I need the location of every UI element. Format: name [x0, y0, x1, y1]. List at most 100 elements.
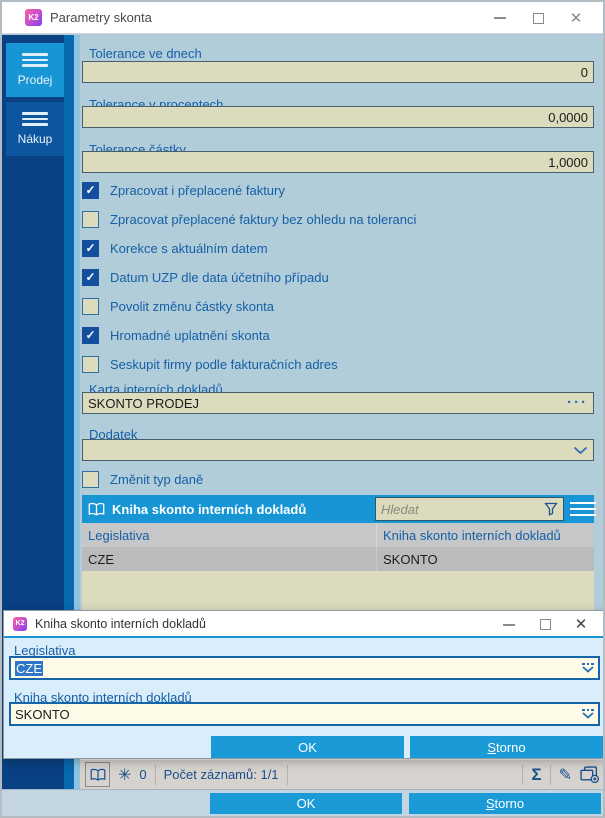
close-icon: ✕ [569, 9, 583, 27]
maximize-icon [532, 12, 544, 24]
minimize-icon [494, 17, 506, 19]
dialog-kniha-value: SKONTO [15, 706, 70, 722]
dialog-ok-button[interactable]: OK [211, 736, 404, 758]
table-row[interactable]: CZE SKONTO [82, 547, 594, 571]
checkbox-label: Zpracovat i přeplacené faktury [110, 182, 285, 198]
checkbox-label: Změnit typ daně [110, 471, 204, 487]
separator [286, 764, 288, 785]
grid-header: Kniha skonto interních dokladů [82, 495, 596, 523]
k2-app-icon: K2 [25, 9, 42, 26]
checkbox-correction-current-date[interactable]: Korekce s aktuálním datem [82, 239, 268, 257]
sidebar-tab-nakup[interactable]: Nákup [6, 102, 64, 156]
dialog-storno-button[interactable]: Storno [410, 736, 603, 758]
filter-icon[interactable] [544, 502, 558, 516]
internal-card-input[interactable]: SKONTO PRODEJ ··· [82, 392, 594, 414]
asterisk-icon[interactable]: ✳ [118, 765, 131, 785]
dialog-kniha-input[interactable]: SKONTO [9, 702, 600, 726]
window-title: Parametry skonta [50, 10, 152, 25]
checkbox-icon [82, 297, 99, 315]
parametry-skonta-window: K2 Parametry skonta ✕ Prodej Nákup Toler… [0, 0, 605, 818]
search-input[interactable] [381, 501, 544, 517]
separator [549, 764, 551, 785]
checkbox-icon [82, 355, 99, 373]
kniha-skonto-dialog: K2 Kniha skonto interních dokladů ✕ Legi… [3, 610, 603, 759]
cell-legislativa: CZE [82, 547, 377, 571]
checkbox-label: Hromadné uplatnění skonta [110, 327, 270, 343]
grid-column-headers: Legislativa Kniha skonto interních dokla… [82, 523, 594, 547]
menu-icon [22, 112, 48, 126]
tolerance-amount-input[interactable]: 1,0000 [82, 151, 594, 173]
grid-title: Kniha skonto interních dokladů [112, 501, 307, 517]
separator [154, 764, 156, 785]
book-view-toggle[interactable] [85, 762, 110, 787]
checkbox-label: Seskupit firmy podle fakturačních adres [110, 356, 338, 372]
tolerance-days-label: Tolerance ve dnech [89, 46, 202, 61]
checkbox-uzp-date[interactable]: Datum UZP dle data účetního případu [82, 268, 329, 286]
checkbox-change-tax-type[interactable]: Změnit typ daně [82, 470, 203, 488]
close-button[interactable]: ✕ [557, 4, 595, 32]
statusbar-actions: Σ ✎ [522, 764, 599, 785]
checkbox-allow-amount-change[interactable]: Povolit změnu částky skonta [82, 297, 274, 315]
checkbox-icon [82, 239, 99, 257]
checkbox-overpaid-no-tolerance[interactable]: Zpracovat přeplacené faktury bez ohledu … [82, 210, 416, 228]
storno-button[interactable]: Storno [409, 793, 601, 814]
edit-pencil-icon[interactable]: ✎ [559, 765, 572, 785]
sidebar-tab-prodej[interactable]: Prodej [6, 43, 64, 97]
asterisk-count: 0 [139, 767, 147, 782]
checkbox-label: Povolit změnu částky skonta [110, 298, 275, 314]
checkbox-label: Datum UZP dle data účetního případu [110, 269, 329, 285]
dialog-title: Kniha skonto interních dokladů [35, 616, 206, 631]
ellipsis-browse-icon[interactable]: ··· [567, 395, 588, 410]
dialog-legislativa-label: Legislativa [14, 643, 76, 658]
dialog-maximize-button[interactable] [527, 613, 563, 637]
checkbox-icon [82, 181, 99, 199]
column-header-kniha[interactable]: Kniha skonto interních dokladů [377, 523, 594, 547]
separator [522, 764, 524, 785]
maximize-button[interactable] [519, 4, 557, 32]
dialog-close-button[interactable]: ✕ [563, 613, 599, 637]
tolerance-amount-value: 1,0000 [548, 154, 588, 170]
addendum-dropdown[interactable] [82, 439, 594, 461]
menu-icon [22, 53, 48, 67]
sidebar-tab-label: Prodej [17, 72, 53, 87]
minimize-icon [503, 623, 515, 626]
sidebar-tab-label: Nákup [17, 131, 53, 146]
k2-app-icon: K2 [13, 616, 27, 631]
dialog-titlebar: K2 Kniha skonto interních dokladů ✕ [4, 611, 603, 638]
checkbox-icon [82, 326, 99, 344]
minimize-button[interactable] [481, 4, 519, 32]
window-controls: ✕ [481, 2, 595, 34]
grid-search [375, 497, 564, 521]
tolerance-days-value: 0 [580, 64, 588, 80]
record-count: Počet záznamů: 1/1 [163, 767, 279, 782]
checkbox-label: Korekce s aktuálním datem [110, 240, 268, 256]
checkbox-icon [82, 268, 99, 286]
lookup-dropdown-icon[interactable] [582, 708, 594, 720]
chevron-down-icon[interactable] [573, 446, 588, 455]
sum-icon[interactable]: Σ [531, 765, 541, 785]
footer-bar: OK Storno [2, 789, 603, 816]
dialog-window-controls: ✕ [491, 611, 599, 638]
checkbox-group-by-billing-address[interactable]: Seskupit firmy podle fakturačních adres [82, 355, 338, 373]
statusbar: ✳ 0 Počet záznamů: 1/1 Σ ✎ [80, 759, 603, 789]
checkbox-icon [82, 210, 99, 228]
column-header-legislativa[interactable]: Legislativa [82, 523, 377, 547]
dialog-legislativa-value: CZE [15, 660, 43, 676]
grid-menu-icon[interactable] [570, 499, 596, 519]
tolerance-percent-value: 0,0000 [548, 109, 588, 125]
main-titlebar: K2 Parametry skonta ✕ [2, 2, 603, 34]
close-icon: ✕ [574, 616, 588, 633]
tolerance-days-input[interactable]: 0 [82, 61, 594, 83]
tolerance-percent-input[interactable]: 0,0000 [82, 106, 594, 128]
checkbox-bulk-application[interactable]: Hromadné uplatnění skonta [82, 326, 270, 344]
book-icon [88, 502, 105, 517]
dialog-minimize-button[interactable] [491, 613, 527, 637]
copy-add-icon[interactable] [580, 766, 599, 783]
lookup-dropdown-icon[interactable] [582, 662, 594, 674]
cell-kniha: SKONTO [383, 551, 438, 567]
ok-button[interactable]: OK [210, 793, 402, 814]
checkbox-icon [82, 470, 99, 488]
checkbox-overpaid-invoices[interactable]: Zpracovat i přeplacené faktury [82, 181, 285, 199]
dialog-legislativa-input[interactable]: CZE [9, 656, 600, 680]
maximize-icon [539, 619, 551, 630]
